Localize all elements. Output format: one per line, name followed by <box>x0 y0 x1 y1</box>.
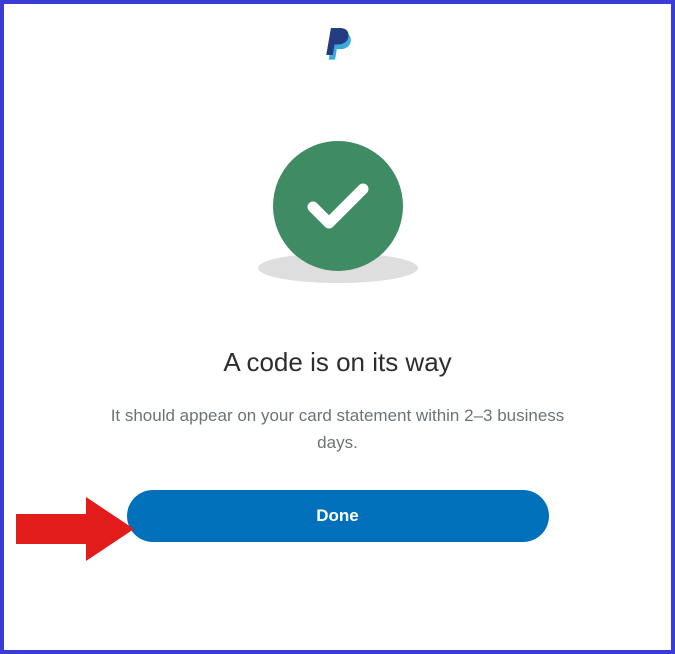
success-indicator <box>258 141 418 283</box>
page-heading: A code is on its way <box>223 347 451 378</box>
success-circle <box>273 141 403 271</box>
paypal-logo-icon <box>324 28 352 61</box>
checkmark-icon <box>303 179 373 234</box>
red-arrow-icon <box>16 494 136 564</box>
annotation-arrow <box>16 494 136 569</box>
done-button[interactable]: Done <box>127 490 549 542</box>
page-subtext: It should appear on your card statement … <box>108 402 568 456</box>
paypal-logo <box>324 28 352 61</box>
